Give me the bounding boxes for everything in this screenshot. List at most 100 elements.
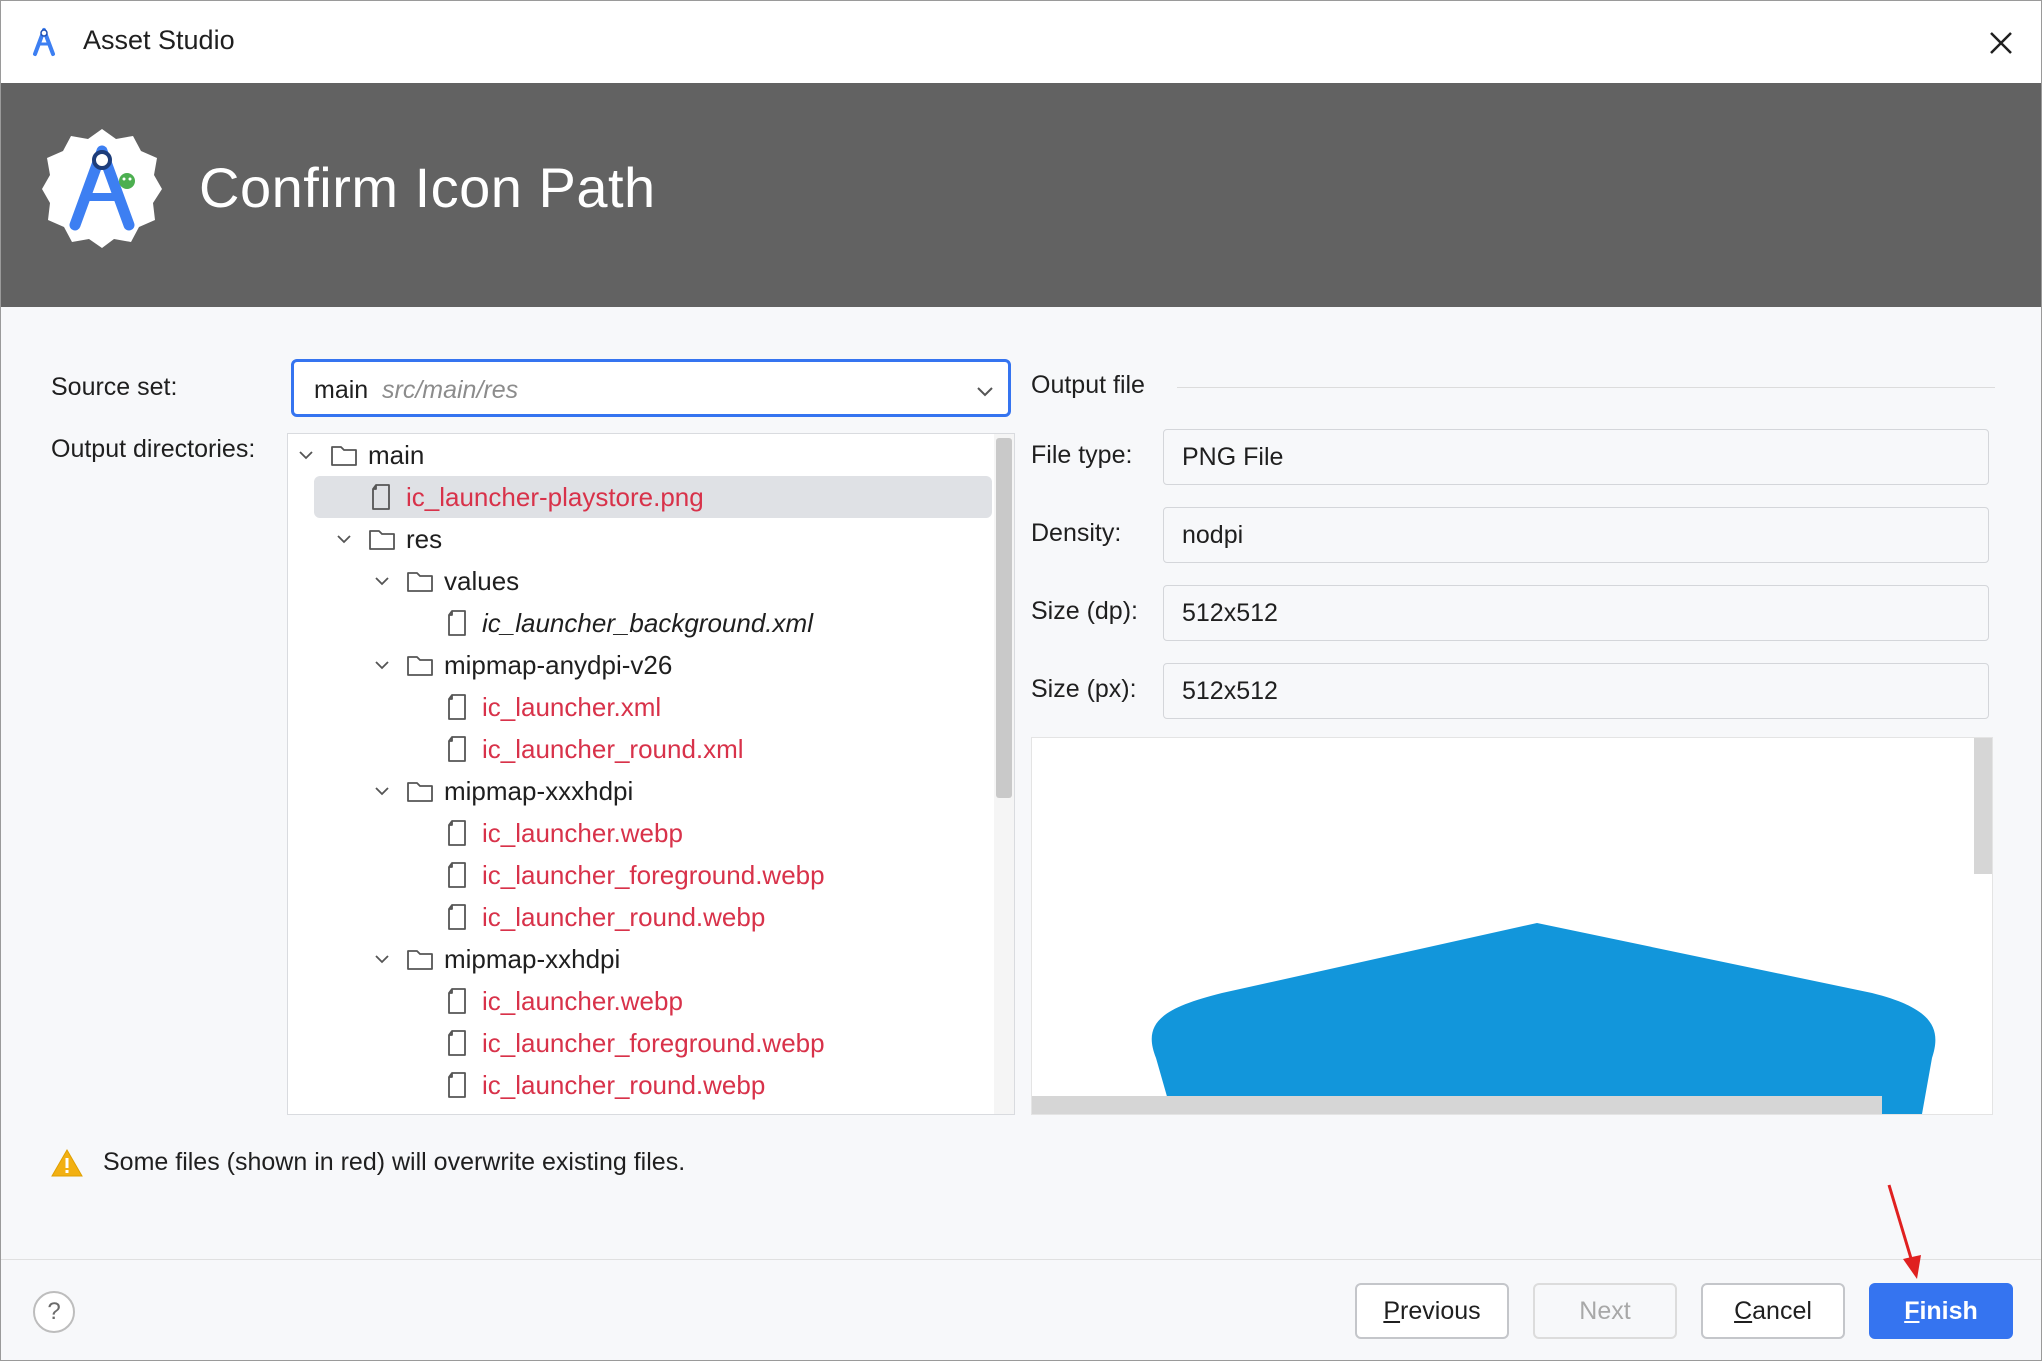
chevron-down-icon[interactable]: [372, 781, 392, 801]
tree-item-label: ic_launcher_background.xml: [482, 608, 813, 638]
tree-item-label: ic_launcher_foreground.webp: [482, 860, 825, 890]
tree-file-row[interactable]: ic_launcher_foreground.webp: [288, 1022, 994, 1064]
tree-file-row[interactable]: ic_launcher.webp: [288, 980, 994, 1022]
previous-mnemonic: P: [1383, 1297, 1401, 1325]
previous-label: revious: [1400, 1297, 1481, 1325]
cancel-mnemonic: C: [1734, 1297, 1753, 1325]
footer-divider: [1, 1259, 2041, 1260]
file-icon: [444, 608, 472, 638]
chevron-down-icon[interactable]: [296, 445, 316, 465]
tree-file-row[interactable]: ic_launcher_round.webp: [288, 896, 994, 938]
tree-folder-row[interactable]: mipmap-xxxhdpi: [288, 770, 994, 812]
chevron-down-icon[interactable]: [372, 571, 392, 591]
file-type-label: File type:: [1031, 441, 1133, 469]
warning-icon: [51, 1148, 83, 1177]
tree-folder-row[interactable]: res: [288, 518, 994, 560]
file-type-field: PNG File: [1163, 429, 1989, 485]
window-title: Asset Studio: [83, 25, 235, 55]
density-field: nodpi: [1163, 507, 1989, 563]
tree-item-label: mipmap-anydpi-v26: [444, 650, 673, 680]
tree-item-label: ic_launcher-playstore.png: [406, 482, 704, 512]
file-icon: [444, 1070, 472, 1100]
file-icon: [444, 860, 472, 890]
output-file-heading: Output file: [1031, 371, 1145, 399]
tree-item-label: ic_launcher_foreground.webp: [482, 1028, 825, 1058]
tree-item-label: res: [406, 524, 443, 554]
tree-item-label: main: [368, 440, 425, 470]
file-icon: [444, 902, 472, 932]
finish-button[interactable]: Finish: [1869, 1283, 2013, 1339]
preview-vertical-scrollbar[interactable]: [1974, 738, 1992, 874]
folder-icon: [406, 944, 434, 974]
folder-icon: [406, 566, 434, 596]
source-set-value: main: [314, 376, 369, 404]
chevron-down-icon[interactable]: [334, 529, 354, 549]
preview-horizontal-scrollbar[interactable]: [1032, 1096, 1882, 1114]
tree-file-row[interactable]: ic_launcher.webp: [288, 812, 994, 854]
size-dp-label: Size (dp):: [1031, 597, 1138, 625]
tree-folder-row[interactable]: main: [288, 434, 994, 476]
tree-item-label: ic_launcher_round.webp: [482, 1070, 766, 1100]
file-icon: [368, 482, 396, 512]
tree-file-row[interactable]: ic_launcher_foreground.webp: [288, 854, 994, 896]
file-icon: [444, 1028, 472, 1058]
next-button[interactable]: Next: [1533, 1283, 1677, 1339]
help-button[interactable]: ?: [33, 1291, 75, 1333]
android-studio-logo: [42, 129, 162, 248]
size-dp-field: 512x512: [1163, 585, 1989, 641]
annotation-arrow: [1887, 1184, 1921, 1279]
finish-label: inish: [1919, 1297, 1978, 1325]
cancel-button[interactable]: Cancel: [1701, 1283, 1845, 1339]
folder-icon: [406, 776, 434, 806]
size-dp-value: 512x512: [1182, 599, 1278, 627]
size-px-field: 512x512: [1163, 663, 1989, 719]
density-label: Density:: [1031, 519, 1122, 547]
folder-icon: [406, 650, 434, 680]
tree-item-label: values: [444, 566, 520, 596]
folder-icon: [368, 524, 396, 554]
source-set-label: Source set:: [51, 373, 178, 401]
previous-button[interactable]: Previous: [1355, 1283, 1509, 1339]
tree-file-row[interactable]: ic_launcher_round.webp: [288, 1064, 994, 1106]
android-studio-icon: [33, 28, 55, 56]
chevron-down-icon: [977, 387, 993, 397]
tree-scrollbar[interactable]: [996, 438, 1012, 798]
tree-item-label: ic_launcher.xml: [482, 692, 662, 722]
header-banner: Confirm Icon Path: [1, 83, 2041, 307]
divider: [1177, 387, 1995, 388]
finish-mnemonic: F: [1904, 1297, 1920, 1325]
file-icon: [444, 692, 472, 722]
tree-item-label: mipmap-xxhdpi: [444, 944, 621, 974]
cancel-label: ancel: [1752, 1297, 1812, 1325]
output-directories-tree[interactable]: main ic_launcher-playstore.pngres values ic…: [287, 433, 1015, 1115]
tree-file-row[interactable]: ic_launcher-playstore.png: [314, 476, 992, 518]
close-icon[interactable]: [1981, 23, 2021, 63]
tree-item-label: ic_launcher_round.xml: [482, 734, 744, 764]
size-px-label: Size (px):: [1031, 675, 1137, 703]
tree-file-row[interactable]: ic_launcher.xml: [288, 686, 994, 728]
file-type-value: PNG File: [1182, 443, 1284, 471]
tree-item-label: ic_launcher.webp: [482, 818, 683, 848]
tree-file-row[interactable]: ic_launcher_round.xml: [288, 728, 994, 770]
file-icon: [444, 818, 472, 848]
tree-item-label: ic_launcher_round.webp: [482, 902, 766, 932]
tree-folder-row[interactable]: mipmap-xxhdpi: [288, 938, 994, 980]
chevron-down-icon[interactable]: [372, 949, 392, 969]
folder-icon: [330, 440, 358, 470]
tree-item-label: ic_launcher.webp: [482, 986, 683, 1016]
file-icon: [444, 734, 472, 764]
chevron-down-icon[interactable]: [372, 655, 392, 675]
page-title: Confirm Icon Path: [199, 156, 656, 219]
tree-file-row[interactable]: ic_launcher_background.xml: [288, 602, 994, 644]
source-set-path: src/main/res: [382, 376, 519, 404]
icon-preview: [1031, 737, 1993, 1115]
tree-item-label: mipmap-xxxhdpi: [444, 776, 634, 806]
source-set-dropdown[interactable]: main src/main/res: [291, 359, 1011, 417]
title-bar: Asset Studio: [1, 1, 2041, 83]
output-directories-label: Output directories:: [51, 435, 256, 463]
file-icon: [444, 986, 472, 1016]
size-px-value: 512x512: [1182, 677, 1278, 705]
tree-folder-row[interactable]: mipmap-anydpi-v26: [288, 644, 994, 686]
tree-folder-row[interactable]: values: [288, 560, 994, 602]
next-label: Next: [1579, 1297, 1631, 1325]
